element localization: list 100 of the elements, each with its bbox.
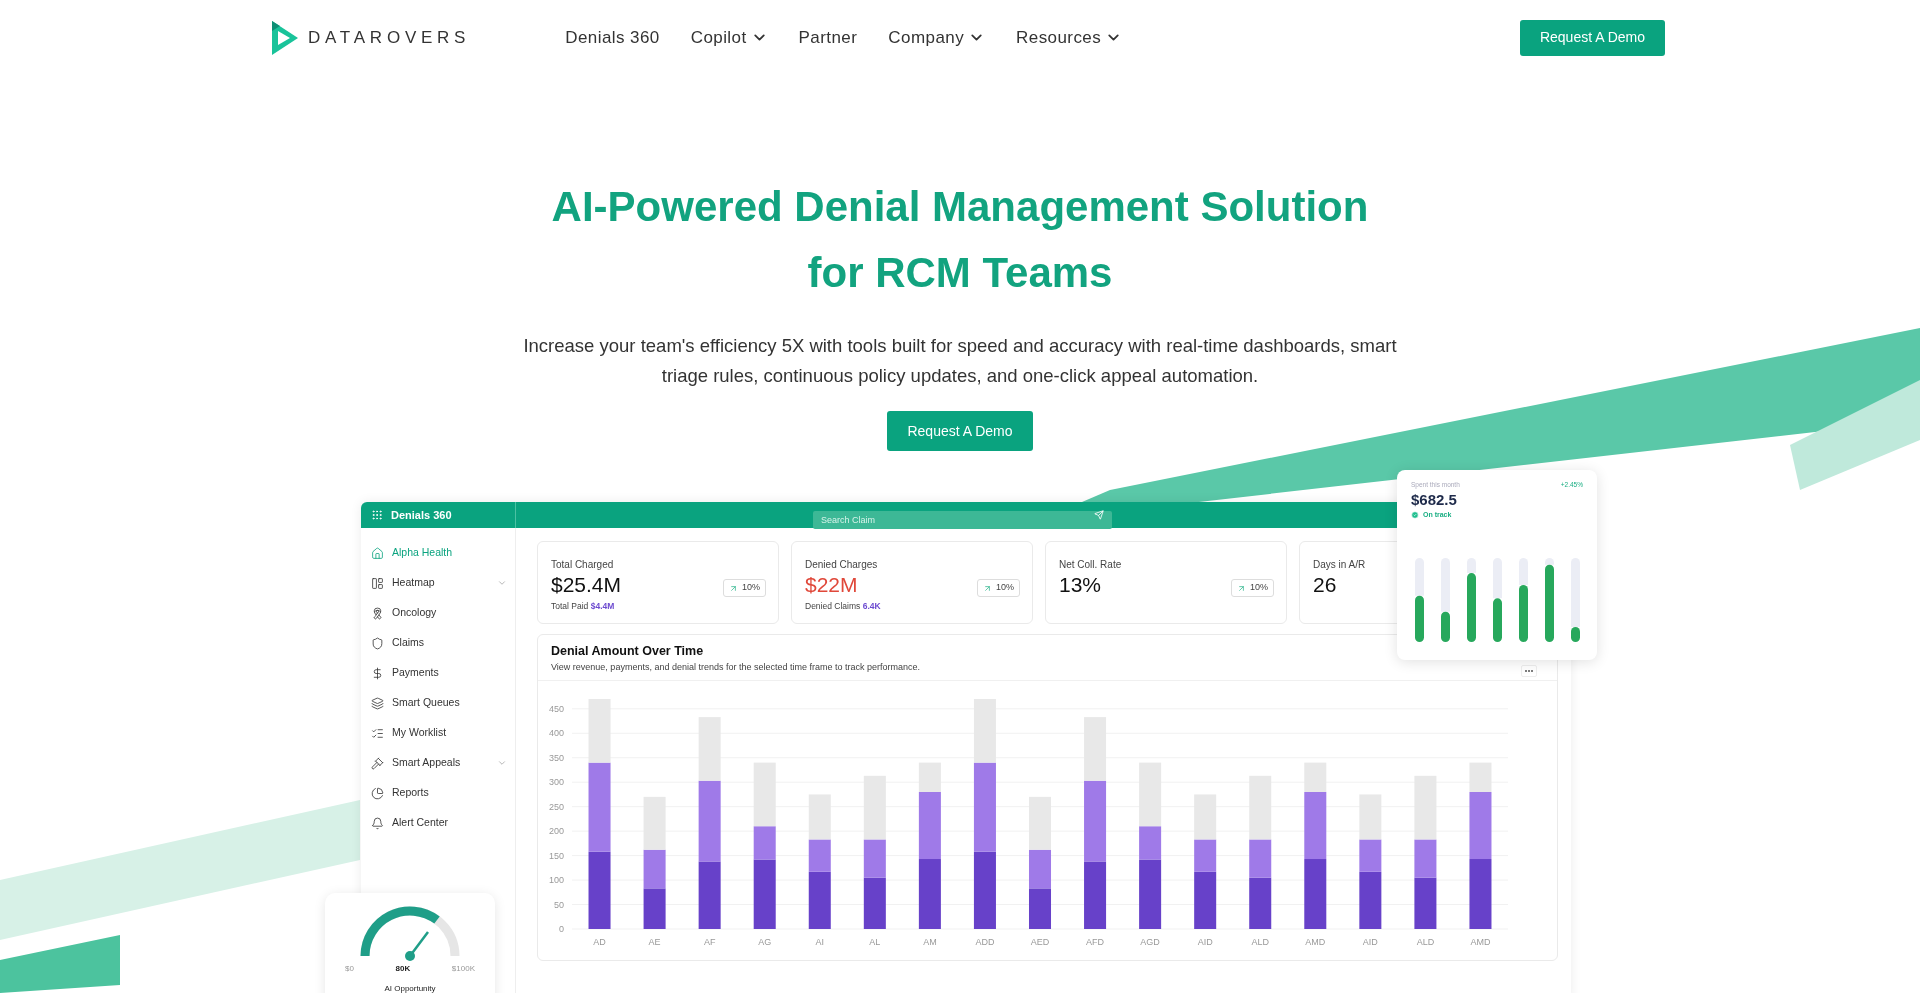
gauge-max-label: $100K [451,963,475,975]
kpi-value: 26 [1313,572,1337,598]
more-icon[interactable] [1521,665,1537,677]
nav-link[interactable]: Partner [798,24,858,51]
home-icon [371,546,384,560]
shield-icon [371,636,384,650]
axis-category-label: ALD [1416,937,1435,948]
search-field[interactable]: Search Claim [813,511,1112,529]
bar-segment [1414,877,1437,930]
axis-tick-label: 0 [559,924,564,935]
bell-icon [371,816,384,830]
kpi-value: 13% [1059,572,1102,598]
sidebar-item[interactable]: Smart Appeals [361,748,515,778]
grid-icon [371,576,384,590]
axis-category-label: AF [703,937,716,948]
spend-value: $682.5 [1411,489,1457,510]
axis-category-label: AED [1030,937,1050,948]
axis-tick-label: 150 [548,850,564,861]
axis-category-label: AMD [1470,937,1491,948]
bar-segment [1249,877,1272,930]
chart-title: Denial Amount Over Time [551,643,704,660]
nav-link[interactable]: Denials 360 [565,24,660,51]
bar-segment [1029,849,1051,889]
sidebar-item[interactable]: Oncology [361,598,515,628]
axis-category-label: AID [1362,937,1378,948]
logo-wordmark[interactable]: DATAROVERS [308,24,471,51]
bar-segment [1304,859,1327,930]
axis-category-label: AD [593,937,606,948]
kpi-value: $22M [805,572,858,598]
sidebar-item[interactable]: Alert Center [361,808,515,838]
axis-category-label: AMD [1305,937,1326,948]
axis-tick-label: 100 [548,875,564,886]
sidebar-item[interactable]: Heatmap [361,568,515,598]
arrow-up-right-icon [729,583,738,593]
axis-category-label: AM [923,937,937,948]
nav-link[interactable]: Company [888,24,986,51]
bar-segment [1469,859,1492,930]
axis-category-label: AG [758,937,772,948]
check-circle-icon [1411,511,1419,519]
hero-description: Increase your team's efficiency 5X with tools built for speed and accuracy with real-time dashboards, smart triage rules, continuous policy updates, and one-click appeal automation. [522,334,1398,388]
change-badge: 10% [977,579,1020,597]
bar-segment [1029,888,1051,930]
bar-segment [643,888,666,930]
arrow-up-right-icon [983,583,992,593]
kpi-subtext: Denied Claims 6.4K [805,600,881,613]
bar-segment [863,877,886,930]
bar-segment [918,859,941,930]
send-icon [1094,510,1104,520]
nav-link[interactable]: Copilot [690,24,768,51]
kpi-label: Days in A/R [1313,558,1366,572]
pie-chart-icon [371,786,384,800]
change-badge: 10% [723,579,766,597]
axis-tick-label: 400 [548,728,564,739]
nav-link[interactable]: Resources [1016,24,1123,51]
axis-category-label: AID [1197,937,1213,948]
bar [1571,627,1580,643]
gauge-label: AI Opportunity [384,983,436,993]
bar [1441,612,1450,643]
axis-category-label: AGD [1140,937,1160,948]
bar [1519,585,1528,643]
kpi-value: $25.4M [551,572,622,598]
sidebar-item[interactable]: Reports [361,778,515,808]
bar-segment [698,861,721,930]
gavel-icon [371,756,384,770]
kpi-label: Denied Charges [805,558,878,572]
app-title: Denials 360 [391,507,452,523]
bar-segment [643,849,666,889]
dollar-icon [371,666,384,680]
hero-title: for RCM Teams [807,248,1113,298]
chevron-down-icon [497,578,507,588]
bar-segment [1084,861,1107,930]
bar-track [1545,558,1554,565]
axis-category-label: AE [648,937,661,948]
gauge-min-label: $0 [345,963,354,975]
bar [1415,596,1424,643]
kpi-label: Total Charged [551,558,614,572]
sidebar-item[interactable]: My Worklist [361,718,515,748]
layers-icon [371,696,384,710]
axis-tick-label: 50 [554,899,564,910]
chart-subtitle: View revenue, payments, and denial trends for the selected time frame to track performance. [551,660,921,674]
sidebar-item[interactable]: Claims [361,628,515,658]
kpi-subtext: Total Paid $4.4M [551,600,615,613]
chevron-down-icon [497,758,507,768]
change-badge: 10% [1231,579,1274,597]
bar [1467,573,1476,643]
gauge-value: 80K [395,963,411,975]
axis-category-label: AI [815,937,824,948]
sidebar-item[interactable]: Smart Queues [361,688,515,718]
logo-icon [270,18,300,57]
arrow-up-right-icon [1237,583,1246,593]
kpi-label: Net Coll. Rate [1059,558,1122,572]
axis-category-label: ADD [975,937,995,948]
bar [1493,598,1502,643]
axis-category-label: AL [869,937,881,948]
axis-tick-label: 250 [548,801,564,812]
ribbon-icon [371,606,384,620]
sidebar-item[interactable]: Payments [361,658,515,688]
axis-tick-label: 300 [548,777,564,788]
axis-category-label: ALD [1251,937,1269,948]
checklist-icon [371,726,384,740]
